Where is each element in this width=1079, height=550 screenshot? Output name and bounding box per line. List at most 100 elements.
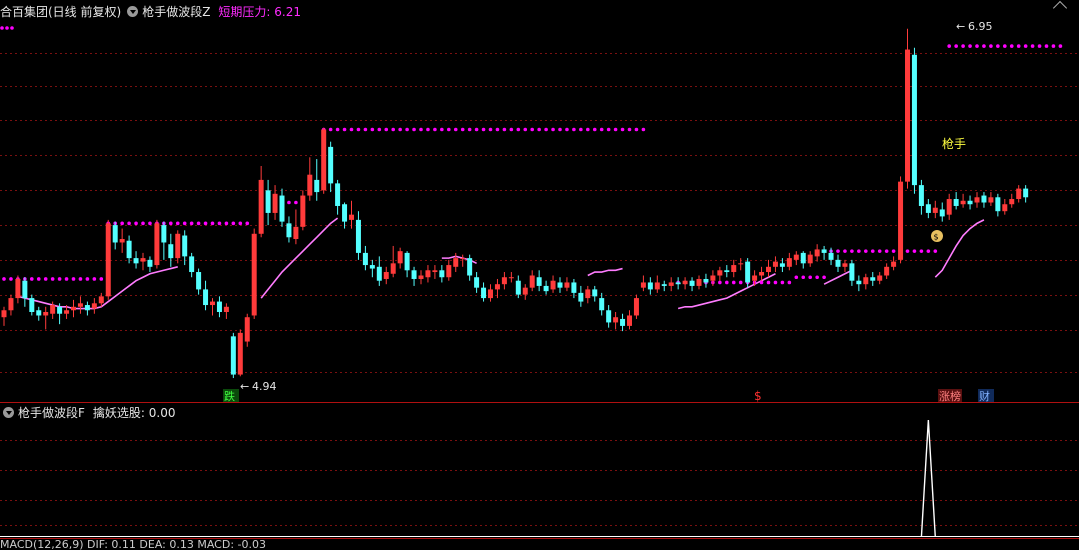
candle <box>710 270 716 286</box>
pressure-dot <box>1037 44 1042 48</box>
pressure-dot <box>217 221 222 226</box>
candle-body <box>731 265 737 273</box>
pressure-dot <box>975 44 979 48</box>
candle-body <box>446 265 452 278</box>
candle-body <box>793 254 799 260</box>
candle-body <box>529 275 535 288</box>
candle <box>786 252 792 271</box>
candle <box>925 199 931 219</box>
pressure-dot <box>794 275 799 280</box>
candle-body <box>223 306 229 312</box>
low-price-label: 4.94 <box>252 380 277 393</box>
candle-body <box>383 272 389 279</box>
candle-body <box>953 199 959 206</box>
candle-body <box>995 197 1001 212</box>
candle-body <box>453 258 459 267</box>
pressure-dot <box>822 275 826 280</box>
pressure-dot <box>718 280 722 285</box>
candle <box>981 192 987 208</box>
price-chart[interactable]: 4.94 ← 6.95 ← 枪手 $ 跌 $ 涨榜 财 <box>0 0 1079 548</box>
candle-body <box>599 298 605 311</box>
ma-line <box>587 267 623 277</box>
candle-body <box>606 310 612 323</box>
candle-body <box>647 282 653 290</box>
pressure-dot <box>982 44 986 48</box>
pressure-dot <box>363 127 368 132</box>
pressure-dot <box>210 221 215 226</box>
pressure-dot <box>141 221 145 226</box>
candle <box>265 179 271 226</box>
candle <box>793 251 799 266</box>
candle-body <box>745 261 751 283</box>
pressure-dot <box>912 249 917 253</box>
candle-body <box>661 284 667 286</box>
candle <box>182 230 188 266</box>
pressure-dot <box>120 221 124 226</box>
candle <box>543 280 549 295</box>
candle-body <box>57 306 63 314</box>
candle <box>175 230 181 264</box>
candle-body <box>494 284 500 290</box>
candle <box>738 258 744 271</box>
candle-body <box>911 54 917 186</box>
pressure-dot <box>766 280 771 285</box>
candle-body <box>613 317 619 323</box>
candle-body <box>863 277 869 285</box>
pressure-dot <box>606 127 611 132</box>
candle <box>953 192 959 210</box>
candle <box>550 275 556 293</box>
candle-body <box>988 197 994 203</box>
pressure-dot <box>933 249 938 253</box>
pressure-dot <box>836 249 840 253</box>
pressure-dot <box>99 277 104 281</box>
candle-body <box>898 181 904 260</box>
candle <box>905 28 910 189</box>
pressure-dot <box>1009 44 1014 48</box>
candle-body <box>640 282 646 288</box>
candle-body <box>786 258 792 267</box>
candle-body <box>960 200 966 205</box>
candle-body <box>800 252 806 264</box>
candle <box>564 277 570 292</box>
candle <box>210 298 215 316</box>
candle <box>557 277 563 293</box>
candle <box>661 280 667 292</box>
candle-body <box>633 298 639 316</box>
pressure-dot <box>558 127 562 132</box>
candle <box>1 306 7 326</box>
candle-body <box>439 270 445 278</box>
pressure-dot <box>544 127 548 132</box>
candle <box>515 275 521 299</box>
pressure-dot <box>996 44 1000 48</box>
pressure-dot <box>224 221 229 226</box>
pressure-dot <box>10 26 14 30</box>
pressure-dot <box>551 127 555 132</box>
candle-body <box>925 204 931 213</box>
pressure-dot <box>245 221 250 226</box>
candle <box>349 200 354 229</box>
candle-body <box>161 225 167 243</box>
candle-body <box>627 315 632 326</box>
candle-body <box>467 258 473 276</box>
candle-body <box>98 296 104 304</box>
candle <box>578 285 584 307</box>
ma-line <box>823 269 853 285</box>
candle <box>884 263 890 279</box>
pressure-dot <box>335 127 340 132</box>
candle-body <box>585 289 591 299</box>
pressure-dot <box>634 127 639 132</box>
pressure-dot <box>1058 44 1063 48</box>
candle-body <box>759 272 765 276</box>
signal-spike <box>920 419 936 538</box>
candle <box>877 272 883 285</box>
candle-body <box>71 306 76 311</box>
macd-header: MACD(12,26,9) DIF: 0.11 DEA: 0.13 MACD: … <box>0 538 266 550</box>
candle <box>501 272 507 290</box>
candle-body <box>168 244 174 259</box>
candle-body <box>877 275 883 281</box>
candle-body <box>300 195 306 227</box>
candle-body <box>536 277 542 286</box>
pressure-dot <box>134 221 138 226</box>
candle-body <box>22 280 28 299</box>
candle-body <box>411 270 417 279</box>
